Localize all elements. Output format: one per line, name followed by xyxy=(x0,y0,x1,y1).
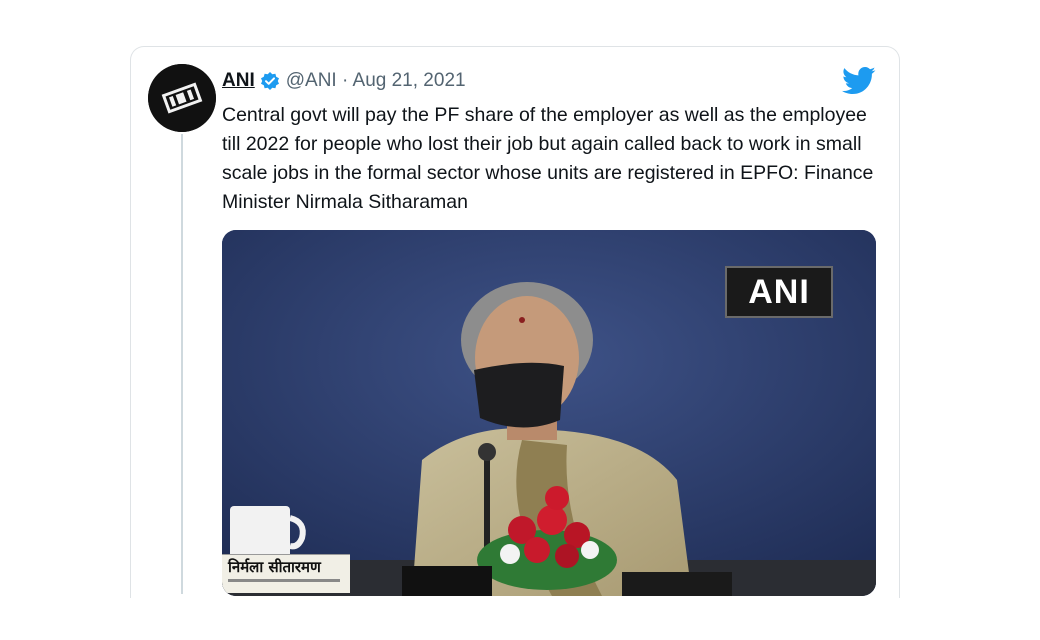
name-plate: निर्मला सीतारमण xyxy=(222,554,350,593)
tweet-media-video[interactable]: ANI निर्मला सीतारमण xyxy=(222,230,876,596)
name-plate-text: निर्मला सीतारमण xyxy=(228,558,321,576)
verified-badge-icon xyxy=(260,71,280,91)
twitter-bird-icon[interactable] xyxy=(842,66,876,96)
name-plate-subtext xyxy=(228,579,340,582)
ani-avatar[interactable] xyxy=(148,64,216,132)
bottom-edge xyxy=(0,598,1040,640)
author-name[interactable]: ANI xyxy=(222,70,255,92)
tweet-header: ANI @ANI · Aug 21, 2021 xyxy=(222,66,466,96)
tweet-text: Central govt will pay the PF share of th… xyxy=(222,104,874,213)
thread-line xyxy=(181,134,183,594)
handle-and-date[interactable]: @ANI · Aug 21, 2021 xyxy=(286,70,466,92)
ani-watermark: ANI xyxy=(725,266,833,318)
